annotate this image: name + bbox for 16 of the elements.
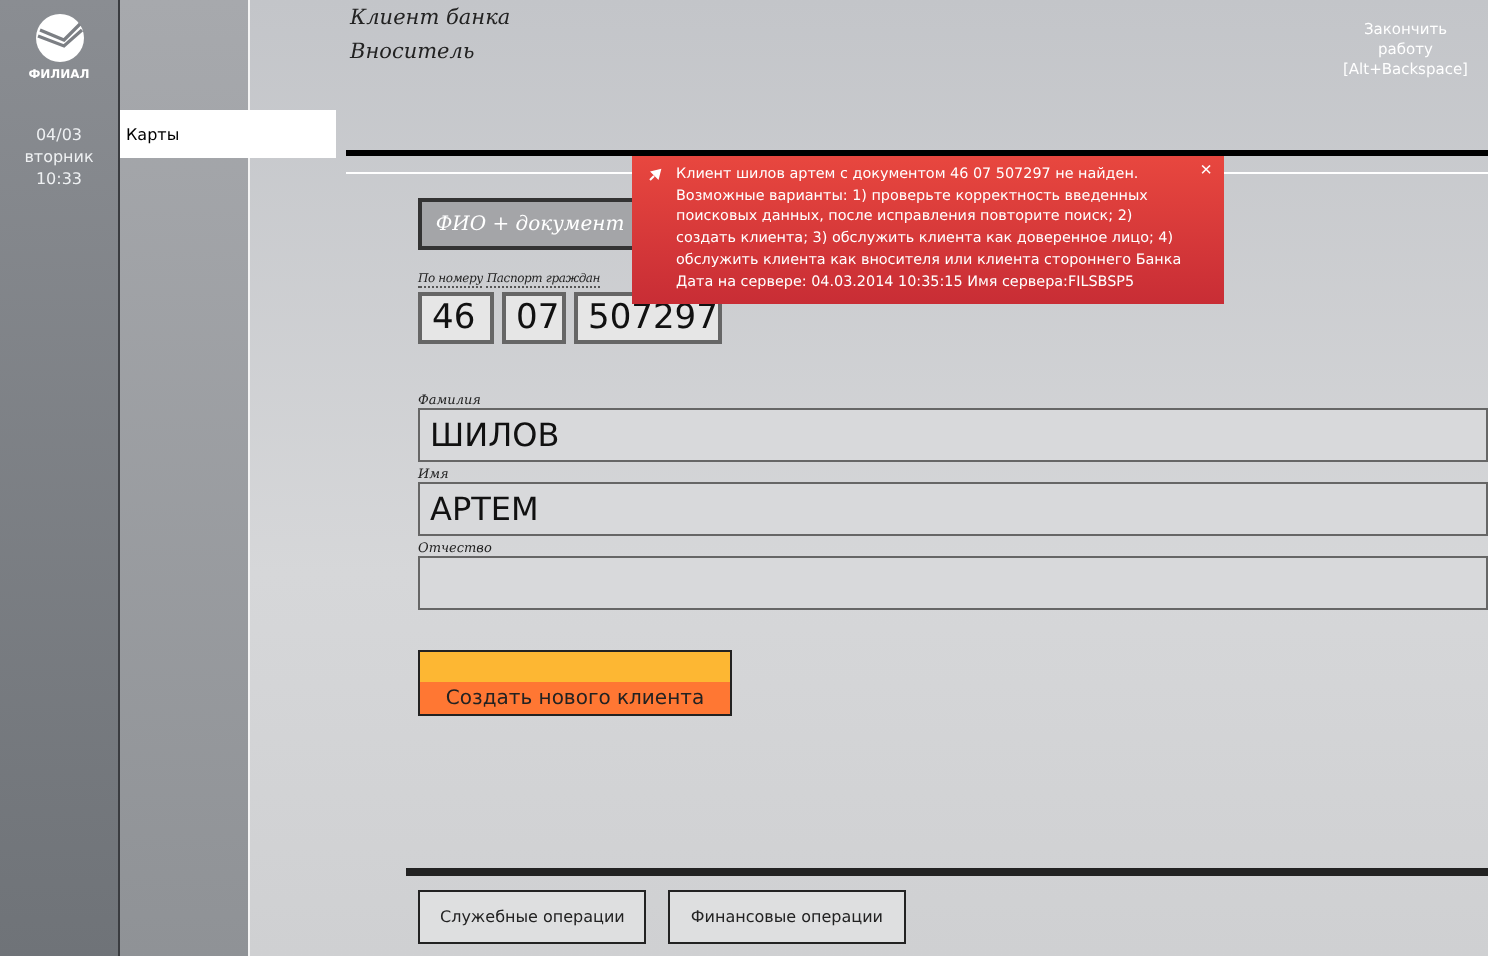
operations-button[interactable]: Финансовые операции	[668, 890, 905, 944]
logo-icon	[33, 12, 85, 64]
menu-item[interactable]: Карты	[120, 110, 336, 158]
weekday-text: вторник	[24, 146, 94, 168]
time-text: 10:33	[35, 168, 83, 190]
operations-button[interactable]: Служебные операции	[418, 890, 647, 944]
close-button[interactable]: ×	[1200, 162, 1212, 182]
document-field[interactable]: 07	[502, 292, 566, 344]
name-field[interactable]: ШИЛОВ	[418, 408, 1488, 462]
document-field[interactable]: 46	[418, 292, 494, 344]
name-field[interactable]: АРТЕМ	[418, 482, 1488, 536]
date-text: 04/03	[35, 124, 83, 146]
create-client-button[interactable]: Создать нового клиента	[418, 650, 732, 716]
header-title: Вноситель	[350, 38, 477, 68]
name-field[interactable]	[418, 556, 1488, 610]
header-title: Клиент банка	[350, 4, 511, 34]
